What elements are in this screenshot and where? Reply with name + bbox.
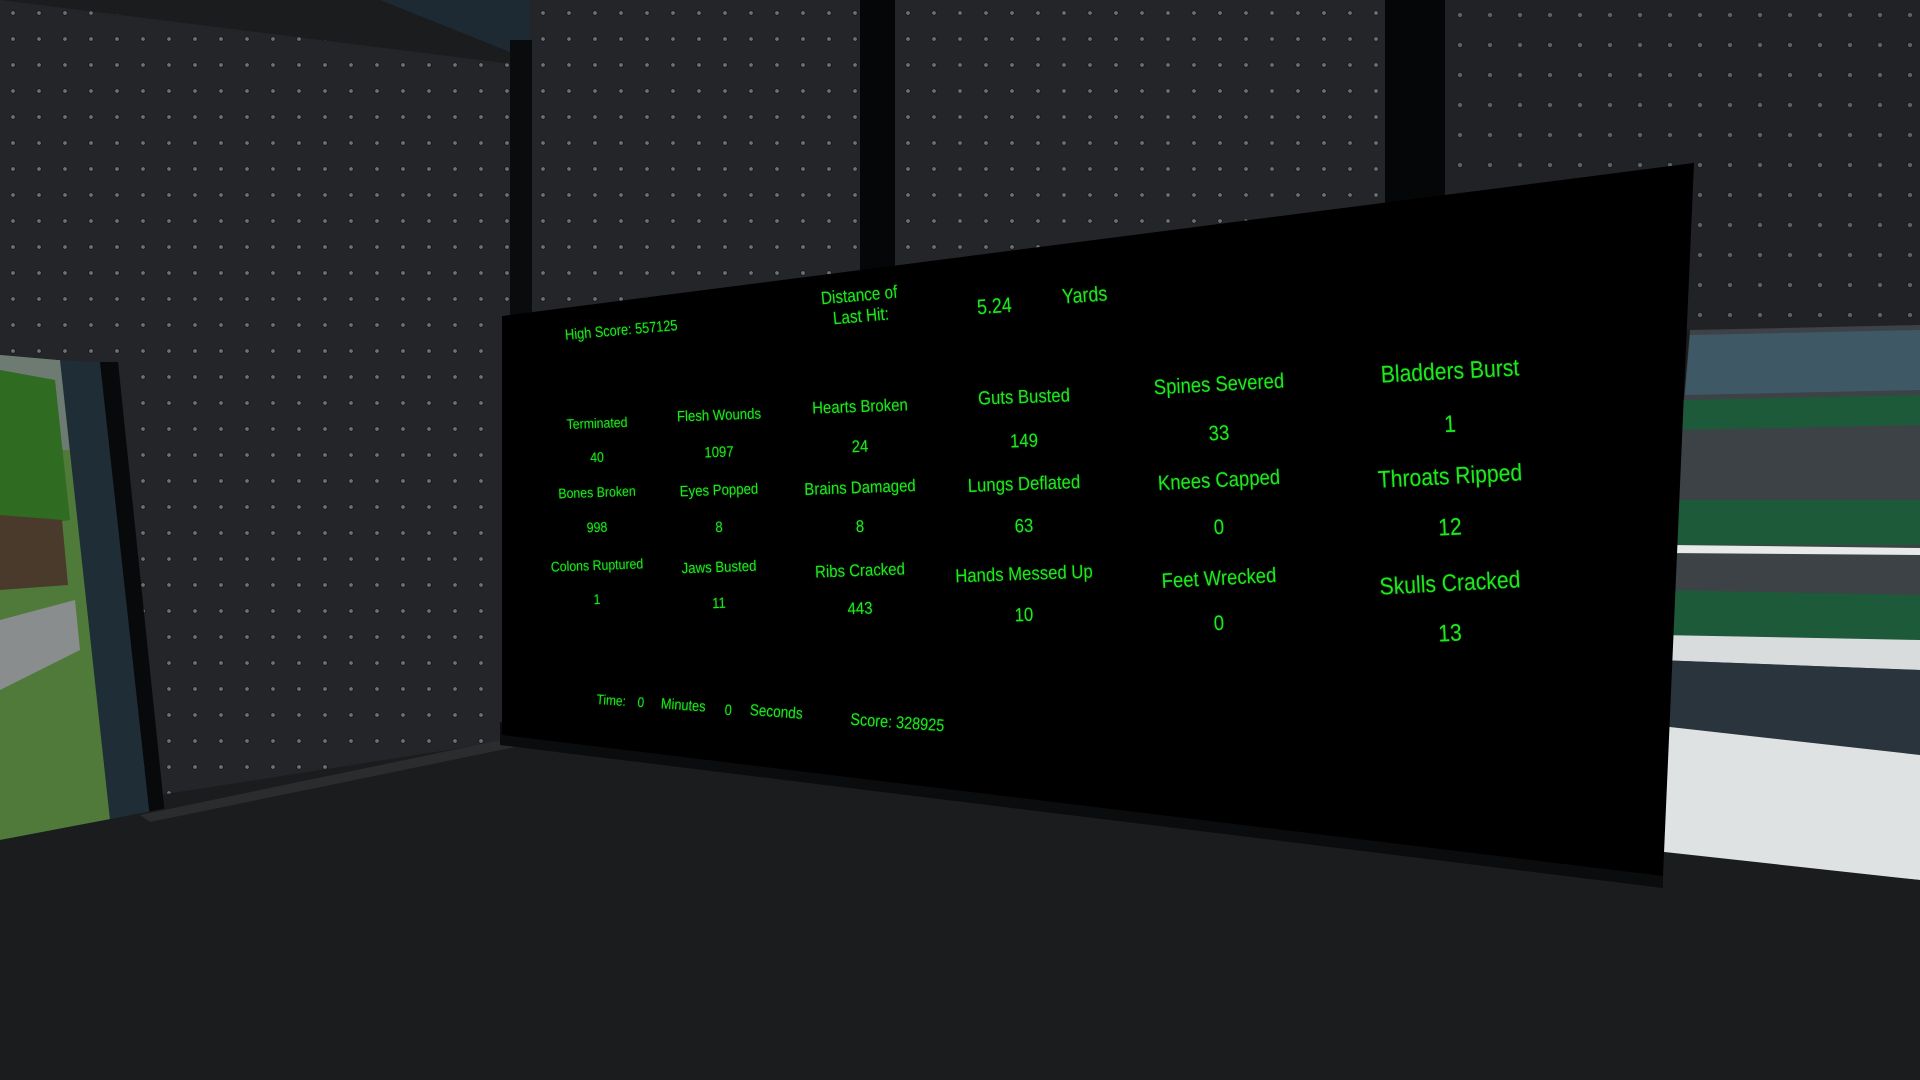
stat-label: Terminated <box>566 413 628 433</box>
stat-value: 443 <box>847 598 873 618</box>
stat-value: 149 <box>1009 430 1039 452</box>
stat-label: Jaws Busted <box>681 557 757 577</box>
time-label: Time: <box>596 690 627 710</box>
stat-label: Guts Busted <box>977 384 1071 410</box>
seconds-label: Seconds <box>749 702 804 723</box>
stat-value: 8 <box>855 516 865 536</box>
stat-label: Colons Ruptured <box>550 555 644 575</box>
stat-value: 1 <box>593 590 601 608</box>
stat-value: 13 <box>1437 619 1463 648</box>
stat-value: 10 <box>1014 604 1034 626</box>
stat-value: 40 <box>589 448 605 466</box>
minutes-value: 0 <box>637 693 645 711</box>
distance-unit: Yards <box>1061 282 1109 309</box>
ceiling-edge <box>380 0 530 60</box>
distance-label: Distance of Last Hit: <box>820 282 900 331</box>
stat-label: Hearts Broken <box>811 394 909 418</box>
stat-value: 24 <box>851 436 869 456</box>
distance-value: 5.24 <box>976 293 1013 320</box>
stat-label: Bones Broken <box>558 482 636 502</box>
stat-value: 8 <box>715 518 723 536</box>
right-tiles-1 <box>1680 395 1920 430</box>
stat-value: 0 <box>1213 611 1225 635</box>
stat-value: 998 <box>586 518 608 536</box>
stat-value: 11 <box>711 594 727 612</box>
stat-value: 1097 <box>704 442 734 462</box>
stat-label: Ribs Cracked <box>814 558 906 582</box>
game-scene: High Score: 557125 Distance of Last Hit:… <box>0 0 1920 1080</box>
scene-geometry <box>0 0 1920 1080</box>
right-ceiling <box>1685 330 1920 395</box>
seconds-value: 0 <box>724 701 733 720</box>
score-label: Score: <box>849 709 893 732</box>
score-value: 328925 <box>895 712 945 736</box>
beam-right <box>1385 0 1445 210</box>
beam-far-left <box>510 40 532 330</box>
stat-label: Eyes Popped <box>679 480 759 500</box>
right-tiles-2 <box>1672 500 1920 545</box>
stat-value: 12 <box>1437 513 1463 542</box>
stat-value: 1 <box>1443 410 1457 439</box>
minutes-label: Minutes <box>660 695 707 716</box>
stat-label: Lungs Deflated <box>967 471 1081 497</box>
stat-label: Hands Messed Up <box>954 561 1094 587</box>
stat-label: Brains Damaged <box>803 475 916 499</box>
stat-label: Flesh Wounds <box>676 405 762 425</box>
stat-value: 63 <box>1014 515 1034 537</box>
stat-value: 33 <box>1208 420 1230 446</box>
right-tiles-3 <box>1662 590 1920 640</box>
window-fence <box>0 515 68 590</box>
beam-left <box>860 0 895 300</box>
stat-value: 0 <box>1213 515 1225 539</box>
